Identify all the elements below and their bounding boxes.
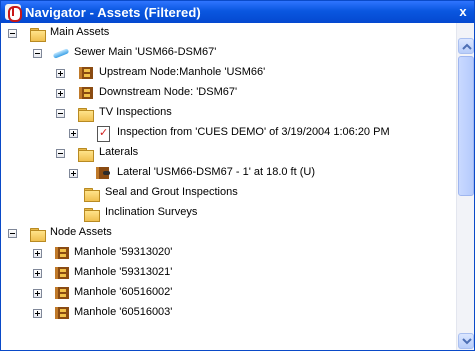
tree-node-manhole[interactable]: Manhole '60516002' (1, 284, 451, 303)
expand-toggle[interactable] (33, 249, 42, 258)
manhole-icon (77, 85, 93, 101)
tree-node-laterals[interactable]: Laterals (1, 144, 451, 163)
folder-icon (83, 185, 100, 202)
tree-node-node-assets[interactable]: Node Assets (1, 224, 451, 243)
asset-tree[interactable]: Main Assets Sewer Main 'USM66-DSM67' Ups… (1, 23, 456, 350)
tree-node-label: Manhole '59313021' (74, 266, 173, 278)
folder-icon (77, 145, 94, 162)
folder-icon (83, 205, 100, 222)
collapse-toggle[interactable] (33, 49, 42, 58)
tree-node-label: Manhole '60516002' (74, 286, 173, 298)
vertical-scrollbar[interactable] (456, 23, 474, 350)
chevron-down-icon (462, 338, 472, 345)
tree-node-label: Downstream Node: 'DSM67' (99, 86, 238, 98)
lateral-icon (95, 165, 111, 181)
tree-node-upstream-node[interactable]: Upstream Node:Manhole 'USM66' (1, 64, 451, 83)
scrollbar-thumb[interactable] (458, 56, 474, 196)
scroll-down-button[interactable] (458, 333, 474, 349)
tree-node-label: Inspection from 'CUES DEMO' of 3/19/2004… (117, 126, 390, 138)
tree-node-downstream-node[interactable]: Downstream Node: 'DSM67' (1, 84, 451, 103)
manhole-icon (53, 285, 69, 301)
tree-node-label: Laterals (99, 146, 139, 158)
tree-node-lateral[interactable]: Lateral 'USM66-DSM67 - 1' at 18.0 ft (U) (1, 164, 451, 183)
tree-node-tv-inspections[interactable]: TV Inspections (1, 104, 451, 123)
tree-node-label: Inclination Surveys (105, 206, 198, 218)
tree-node-manhole[interactable]: Manhole '60516003' (1, 304, 451, 323)
expand-toggle[interactable] (56, 69, 65, 78)
expand-toggle[interactable] (56, 89, 65, 98)
tree-node-label: Node Assets (50, 226, 112, 238)
manhole-icon (53, 245, 69, 261)
tree-node-label: Seal and Grout Inspections (105, 186, 238, 198)
expand-toggle[interactable] (69, 129, 78, 138)
tree-node-label: Manhole '59313020' (74, 246, 173, 258)
tree-node-manhole[interactable]: Manhole '59313021' (1, 264, 451, 283)
navigator-window: Navigator - Assets (Filtered) x Main Ass… (0, 0, 475, 351)
chevron-up-icon (462, 43, 472, 50)
expand-toggle[interactable] (33, 309, 42, 318)
expand-toggle[interactable] (33, 289, 42, 298)
inspection-report-icon (95, 125, 111, 142)
window-title: Navigator - Assets (Filtered) (25, 4, 201, 20)
tree-node-inspection[interactable]: Inspection from 'CUES DEMO' of 3/19/2004… (1, 124, 453, 143)
pipe-icon (53, 45, 69, 61)
close-button[interactable]: x (455, 4, 471, 20)
tree-node-label: Manhole '60516003' (74, 306, 173, 318)
collapse-toggle[interactable] (8, 29, 17, 38)
folder-icon (29, 225, 46, 242)
collapse-toggle[interactable] (56, 109, 65, 118)
tree-node-label: TV Inspections (99, 106, 172, 118)
manhole-icon (53, 305, 69, 321)
tree-node-manhole[interactable]: Manhole '59313020' (1, 244, 451, 263)
tree-node-label: Sewer Main 'USM66-DSM67' (74, 46, 217, 58)
manhole-icon (53, 265, 69, 281)
tree-node-label: Upstream Node:Manhole 'USM66' (99, 66, 266, 78)
collapse-toggle[interactable] (8, 229, 17, 238)
expand-toggle[interactable] (33, 269, 42, 278)
tree-node-inclination[interactable]: Inclination Surveys (1, 204, 451, 223)
collapse-toggle[interactable] (56, 149, 65, 158)
tree-node-sewer-main[interactable]: Sewer Main 'USM66-DSM67' (1, 44, 451, 63)
title-bar[interactable]: Navigator - Assets (Filtered) x (1, 1, 474, 23)
tree-node-main-assets[interactable]: Main Assets (1, 24, 451, 43)
folder-icon (77, 105, 94, 122)
tree-node-label: Lateral 'USM66-DSM67 - 1' at 18.0 ft (U) (117, 166, 315, 178)
folder-icon (29, 25, 46, 42)
tree-node-label: Main Assets (50, 26, 110, 38)
manhole-icon (77, 65, 93, 81)
scroll-up-button[interactable] (458, 38, 474, 54)
expand-toggle[interactable] (69, 169, 78, 178)
tree-node-seal-grout[interactable]: Seal and Grout Inspections (1, 184, 451, 203)
app-logo-icon (5, 4, 22, 22)
